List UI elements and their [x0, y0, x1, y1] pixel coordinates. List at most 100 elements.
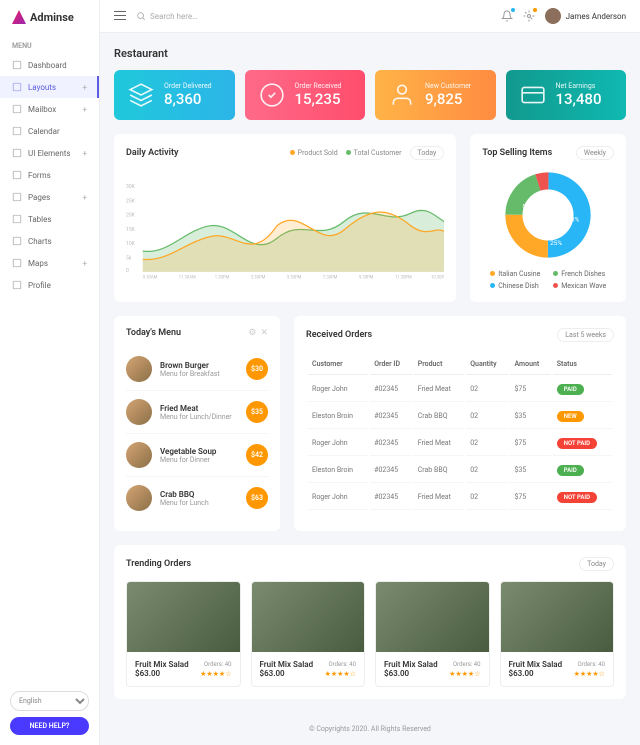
table-row[interactable]: Eleston Broin#02345Crab BBQ02$35NEW — [308, 404, 612, 429]
top-selling-title: Top Selling Items — [482, 148, 552, 158]
daily-activity-filter[interactable]: Today — [410, 146, 445, 160]
price-badge: $42 — [246, 444, 268, 466]
food-image — [126, 399, 152, 425]
food-image — [126, 485, 152, 511]
trending-item[interactable]: Fruit Mix SaladOrders: 40$63.00★★★★☆ — [126, 581, 241, 687]
sidebar-item-tables[interactable]: Tables — [0, 208, 99, 230]
nav-icon — [12, 280, 22, 290]
sidebar-item-profile[interactable]: Profile — [0, 274, 99, 296]
stat-icon — [520, 82, 546, 108]
sidebar-item-dashboard[interactable]: Dashboard — [0, 54, 99, 76]
svg-text:9.30PM: 9.30PM — [359, 276, 374, 281]
nav-icon — [12, 214, 22, 224]
sidebar-item-maps[interactable]: Maps+ — [0, 252, 99, 274]
stat-card: Order Received15,235 — [245, 70, 366, 120]
food-image — [376, 582, 489, 652]
top-selling-card: Top Selling Items Weekly 50% 5% 20% 2 — [470, 134, 626, 302]
sidebar: Adminse MENU DashboardLayouts+Mailbox+Ca… — [0, 0, 100, 745]
sidebar-item-layouts[interactable]: Layouts+ — [0, 76, 99, 98]
brand-name: Adminse — [30, 11, 74, 24]
menu-item[interactable]: Crab BBQMenu for Lunch$63 — [126, 477, 268, 519]
received-orders-card: Received Orders Last 5 weeks CustomerOrd… — [294, 316, 626, 531]
price-badge: $30 — [246, 358, 268, 380]
svg-text:11.30PM: 11.30PM — [395, 276, 412, 281]
svg-text:30K: 30K — [126, 184, 136, 190]
donut-chart: 50% 5% 20% 25% Italian CusineFrench Dish… — [482, 170, 614, 290]
nav-icon — [12, 258, 22, 268]
rating-stars: ★★★★☆ — [574, 670, 605, 678]
table-row[interactable]: Eleston Broin#02345Crab BBQ02$35PAID — [308, 458, 612, 483]
menu-item[interactable]: Vegetable SoupMenu for Dinner$42 — [126, 434, 268, 477]
sidebar-item-pages[interactable]: Pages+ — [0, 186, 99, 208]
stat-card: Net Earnings13,480 — [506, 70, 627, 120]
user-name: James Anderson — [566, 12, 626, 21]
expand-icon: + — [82, 83, 87, 92]
nav: DashboardLayouts+Mailbox+CalendarUI Elem… — [0, 54, 99, 296]
footer: © Copyrights 2020. All Rights Reserved — [100, 713, 640, 745]
language-select[interactable]: English — [10, 691, 89, 711]
sidebar-item-charts[interactable]: Charts — [0, 230, 99, 252]
daily-activity-title: Daily Activity — [126, 148, 178, 158]
sidebar-item-ui-elements[interactable]: UI Elements+ — [0, 142, 99, 164]
svg-text:15K: 15K — [126, 227, 136, 233]
todays-menu-card: Today's Menu ⚙ ✕ Brown BurgerMenu for Br… — [114, 316, 280, 531]
rating-stars: ★★★★☆ — [200, 670, 231, 678]
table-row[interactable]: Roger John#02345Fried Meat02$75NOT PAID — [308, 485, 612, 510]
sidebar-item-forms[interactable]: Forms — [0, 164, 99, 186]
user-menu[interactable]: James Anderson — [545, 8, 626, 24]
orders-filter[interactable]: Last 5 weeks — [557, 328, 614, 342]
status-badge: NOT PAID — [557, 438, 597, 449]
top-selling-filter[interactable]: Weekly — [576, 146, 614, 160]
settings-icon[interactable]: ⚙ — [248, 328, 256, 338]
food-image — [127, 582, 240, 652]
orders-table: CustomerOrder IDProductQuantityAmountSta… — [306, 352, 614, 512]
rating-stars: ★★★★☆ — [449, 670, 480, 678]
page-title: Restaurant — [114, 47, 626, 60]
received-orders-title: Received Orders — [306, 330, 372, 340]
avatar — [545, 8, 561, 24]
nav-icon — [12, 236, 22, 246]
status-badge: PAID — [557, 384, 584, 395]
svg-text:0: 0 — [126, 268, 129, 274]
status-badge: NEW — [557, 411, 584, 422]
food-image — [501, 582, 614, 652]
trending-item[interactable]: Fruit Mix SaladOrders: 40$63.00★★★★☆ — [251, 581, 366, 687]
menu-label: MENU — [0, 34, 99, 54]
table-row[interactable]: Roger John#02345Fried Meat02$75NOT PAID — [308, 431, 612, 456]
logo[interactable]: Adminse — [0, 0, 99, 34]
search-input[interactable]: Search here… — [136, 11, 197, 21]
trending-filter[interactable]: Today — [579, 557, 614, 571]
rating-stars: ★★★★☆ — [325, 670, 356, 678]
food-image — [126, 356, 152, 382]
svg-text:10K: 10K — [126, 241, 136, 247]
menu-toggle-icon[interactable] — [114, 11, 126, 21]
trending-item[interactable]: Fruit Mix SaladOrders: 40$63.00★★★★☆ — [375, 581, 490, 687]
nav-icon — [12, 104, 22, 114]
trending-item[interactable]: Fruit Mix SaladOrders: 40$63.00★★★★☆ — [500, 581, 615, 687]
svg-text:5%: 5% — [559, 194, 568, 202]
table-row[interactable]: Roger John#02345Fried Meat02$75PAID — [308, 377, 612, 402]
svg-text:5.30PM: 5.30PM — [287, 276, 302, 281]
svg-text:1.30PM: 1.30PM — [215, 276, 230, 281]
svg-text:7.30PM: 7.30PM — [323, 276, 338, 281]
menu-item[interactable]: Fried MeatMenu for Lunch/Dinner$35 — [126, 391, 268, 434]
sidebar-item-calendar[interactable]: Calendar — [0, 120, 99, 142]
menu-item[interactable]: Brown BurgerMenu for Breakfast$30 — [126, 348, 268, 391]
help-button[interactable]: NEED HELP? — [10, 717, 89, 735]
settings-icon[interactable] — [523, 10, 535, 22]
stat-card: Order Delivered8,360 — [114, 70, 235, 120]
stat-icon — [389, 82, 415, 108]
close-icon[interactable]: ✕ — [260, 328, 268, 338]
notifications-icon[interactable] — [501, 10, 513, 22]
status-badge: NOT PAID — [557, 492, 597, 503]
svg-text:20%: 20% — [567, 215, 579, 223]
svg-text:11.30AM: 11.30AM — [179, 276, 196, 281]
sidebar-item-mailbox[interactable]: Mailbox+ — [0, 98, 99, 120]
svg-text:9.30AM: 9.30AM — [143, 276, 158, 281]
nav-icon — [12, 148, 22, 158]
expand-icon: + — [82, 105, 87, 114]
stat-card: New Customer9,825 — [375, 70, 496, 120]
topbar: Search here… James Anderson — [100, 0, 640, 33]
todays-menu-title: Today's Menu — [126, 328, 181, 338]
price-badge: $63 — [246, 487, 268, 509]
